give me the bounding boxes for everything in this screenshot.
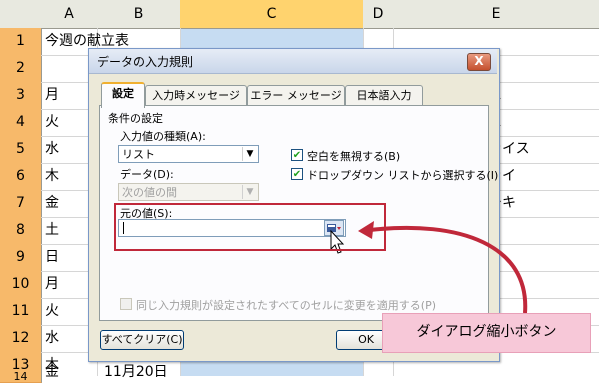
cell-a9[interactable]: 日 — [45, 244, 59, 271]
cell-a12[interactable]: 水 — [45, 325, 59, 352]
cell-a3[interactable]: 月 — [45, 82, 59, 109]
column-header-d[interactable]: D — [363, 0, 394, 29]
apply-all-checkbox — [120, 298, 132, 310]
tab-ime[interactable]: 日本語入力 — [345, 85, 423, 106]
cell-a11[interactable]: 火 — [45, 298, 59, 325]
row-header[interactable]: 3 — [0, 82, 42, 110]
dropdown-list-label: ドロップダウン リストから選択する(I) — [307, 169, 499, 182]
tab-error-message[interactable]: エラー メッセージ — [247, 85, 345, 106]
type-label: 入力値の種類(A): — [120, 130, 206, 143]
cell-a6[interactable]: 木 — [45, 163, 59, 190]
dropdown-list-checkbox[interactable]: ✔ — [291, 168, 303, 180]
column-header-b[interactable]: B — [97, 0, 181, 29]
data-select: 次の値の間 ▼ — [118, 183, 259, 201]
chevron-down-icon[interactable]: ▼ — [242, 147, 257, 161]
row-header[interactable]: 5 — [0, 136, 42, 164]
row-header[interactable]: 12 — [0, 325, 42, 353]
select-all-corner[interactable] — [0, 0, 42, 29]
dialog-titlebar[interactable]: データの入力規則 X — [89, 49, 497, 74]
tab-input-message[interactable]: 入力時メッセージ — [145, 85, 247, 106]
row-header[interactable]: 8 — [0, 217, 42, 245]
cell-a4[interactable]: 火 — [45, 109, 59, 136]
row-header[interactable]: 14 — [0, 372, 42, 383]
ignore-blank-checkbox[interactable]: ✔ — [291, 149, 303, 161]
data-label: データ(D): — [120, 168, 174, 181]
column-header-e[interactable]: E — [393, 0, 599, 29]
cell-a8[interactable]: 土 — [45, 217, 59, 244]
column-header-c[interactable]: C — [180, 0, 364, 29]
cell-a10[interactable]: 月 — [45, 271, 59, 298]
callout-label: ダイアログ縮小ボタン — [382, 313, 591, 353]
cell-a14[interactable]: 金 — [45, 362, 59, 382]
row-header[interactable]: 9 — [0, 244, 42, 272]
type-select-value: リスト — [122, 148, 155, 161]
tab-settings[interactable]: 設定 — [101, 82, 145, 108]
clear-all-button[interactable]: すべてクリア(C) — [100, 330, 184, 350]
cell-a7[interactable]: 金 — [45, 190, 59, 217]
row-header[interactable]: 10 — [0, 271, 42, 299]
type-select[interactable]: リスト ▼ — [118, 145, 259, 163]
ignore-blank-label: 空白を無視する(B) — [307, 150, 401, 163]
group-label: 条件の設定 — [108, 112, 163, 125]
arrow-icon — [358, 221, 528, 314]
cell-a5[interactable]: 水 — [45, 136, 59, 163]
dialog-title: データの入力規則 — [97, 55, 194, 69]
close-icon[interactable]: X — [467, 53, 491, 71]
row-header[interactable]: 1 — [0, 28, 42, 56]
row-header[interactable]: 2 — [0, 55, 42, 83]
column-header-a[interactable]: A — [41, 0, 98, 29]
chevron-down-icon: ▼ — [242, 185, 257, 199]
row-header[interactable]: 7 — [0, 190, 42, 218]
cell-b14[interactable]: 11月20日 — [104, 362, 168, 382]
row-header[interactable]: 11 — [0, 298, 42, 326]
row-header[interactable]: 4 — [0, 109, 42, 137]
data-select-value: 次の値の間 — [122, 186, 177, 199]
row-header[interactable]: 6 — [0, 163, 42, 191]
